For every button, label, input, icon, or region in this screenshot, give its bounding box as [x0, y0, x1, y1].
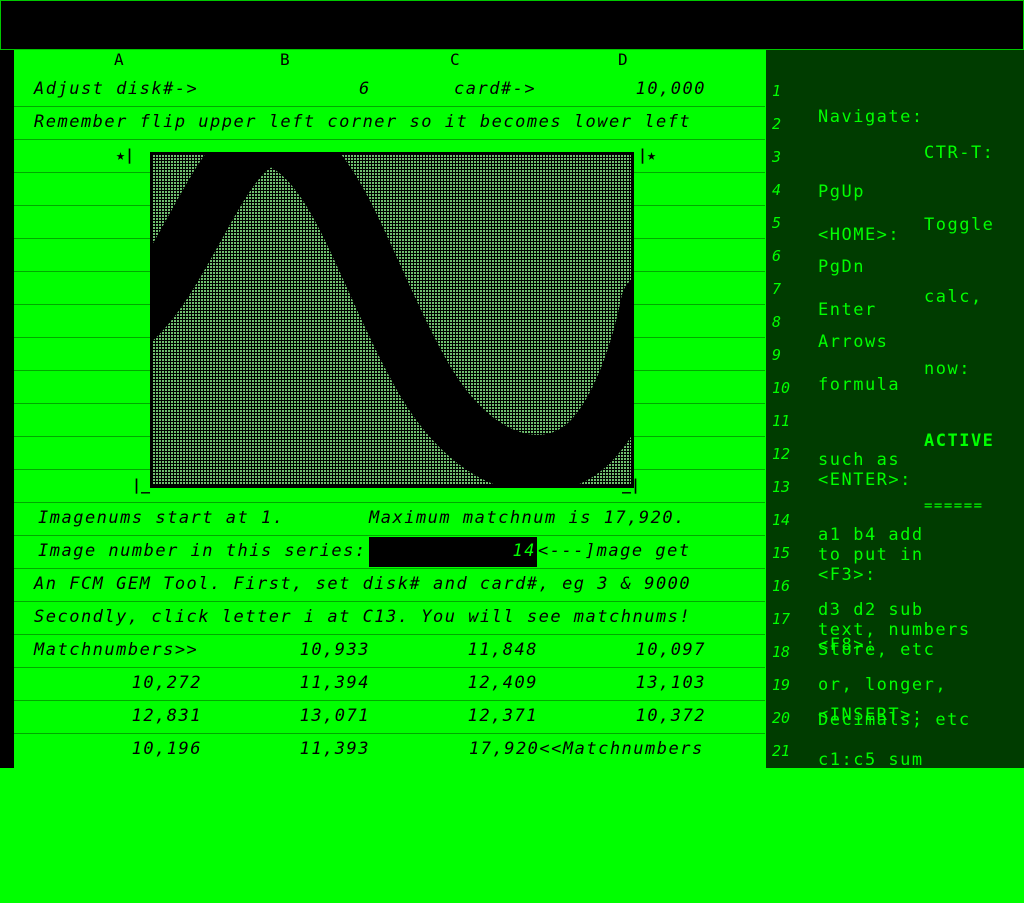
row-number[interactable]: 6	[772, 247, 781, 265]
row-number[interactable]: 18	[772, 643, 790, 661]
cell-a17[interactable]: Secondly, click letter i at C13. You wil…	[34, 607, 691, 627]
cell-b21[interactable]: 11,393	[264, 739, 370, 759]
cell-c18[interactable]: 11,848	[434, 640, 538, 660]
row-number[interactable]: 8	[772, 313, 781, 331]
image-number-value: 14	[512, 541, 536, 561]
row-number[interactable]: 2	[772, 115, 781, 133]
help-esc: <ESC>: exit	[818, 743, 947, 831]
row-number[interactable]: 10	[772, 379, 790, 397]
cell-b1[interactable]: 6	[359, 79, 371, 99]
cell-d19[interactable]: 13,103	[604, 673, 706, 693]
cell-a16[interactable]: An FCM GEM Tool. First, set disk# and ca…	[34, 574, 691, 594]
help-home-line1: Enter	[818, 300, 877, 320]
cell-c14[interactable]: Maximum matchnum is 17,920.	[369, 508, 686, 528]
row-number[interactable]: 7	[772, 280, 781, 298]
table-row: An FCM GEM Tool. First, set disk# and ca…	[14, 569, 765, 602]
cell-c20[interactable]: 12,371	[434, 706, 538, 726]
help-home-line2: formula	[818, 375, 901, 395]
cell-d15[interactable]: <---]mage get	[538, 541, 691, 561]
table-row: Remember flip upper left corner so it be…	[14, 107, 765, 140]
cell-b20[interactable]: 13,071	[264, 706, 370, 726]
cell-a20[interactable]: 12,831	[94, 706, 202, 726]
cell-a15[interactable]: Image number in this series:	[38, 541, 367, 561]
row-number[interactable]: 12	[772, 445, 790, 463]
help-enter-title: <ENTER>:	[818, 470, 912, 490]
corner-marker-top-left: ★|	[116, 146, 135, 164]
row-number[interactable]: 3	[772, 148, 781, 166]
column-header-b[interactable]: B	[280, 50, 291, 69]
row-number[interactable]: 9	[772, 346, 781, 364]
cell-b18[interactable]: 10,933	[264, 640, 370, 660]
cell-a2[interactable]: Remember flip upper left corner so it be…	[34, 112, 691, 132]
sine-wave-image	[150, 152, 634, 488]
cell-d18[interactable]: 10,097	[604, 640, 706, 660]
help-home-title: <HOME>:	[818, 225, 901, 245]
cell-b19[interactable]: 11,394	[264, 673, 370, 693]
row-number[interactable]: 20	[772, 709, 790, 727]
help-esc-line: <ESC>: exit	[818, 788, 948, 808]
help-navigate-title: Navigate:	[818, 107, 924, 127]
table-row: Adjust disk#-> 6 card#-> 10,000	[14, 74, 765, 107]
table-row: Matchnumbers>> 10,933 11,848 10,097	[14, 635, 765, 668]
cell-a18[interactable]: Matchnumbers>>	[34, 640, 198, 660]
row-number[interactable]: 14	[772, 511, 790, 529]
row-number[interactable]: 11	[772, 412, 790, 430]
row-number[interactable]: 13	[772, 478, 790, 496]
column-header-d[interactable]: D	[618, 50, 629, 69]
row-number[interactable]: 17	[772, 610, 790, 628]
corner-marker-top-right: |★	[638, 146, 657, 164]
cell-c19[interactable]: 12,409	[434, 673, 538, 693]
table-row: Imagenums start at 1. Maximum matchnum i…	[14, 503, 765, 536]
column-header-a[interactable]: A	[114, 50, 125, 69]
column-header-c[interactable]: C	[450, 50, 461, 69]
row-number[interactable]: 15	[772, 544, 790, 562]
title-bar	[0, 0, 1024, 50]
cell-d20[interactable]: 10,372	[604, 706, 706, 726]
table-row: 10,196 11,393 17,920<<Matchnumbers	[14, 734, 765, 767]
cell-c1[interactable]: card#->	[454, 79, 536, 99]
row-number[interactable]: 1	[772, 82, 781, 100]
cell-d1[interactable]: 10,000	[604, 79, 706, 99]
corner-marker-bottom-left: |_	[132, 476, 151, 494]
table-row: Secondly, click letter i at C13. You wil…	[14, 602, 765, 635]
table-row: 12,831 13,071 12,371 10,372	[14, 701, 765, 734]
table-row: Image number in this series: 14 <---]mag…	[14, 536, 765, 569]
cell-c21[interactable]: 17,920<<Matchnumbers	[469, 739, 704, 759]
cell-a14[interactable]: Imagenums start at 1.	[38, 508, 284, 528]
row-number[interactable]: 19	[772, 676, 790, 694]
row-number[interactable]: 5	[772, 214, 781, 232]
cell-a21[interactable]: 10,196	[94, 739, 202, 759]
table-row: 10,272 11,394 12,409 13,103	[14, 668, 765, 701]
cell-a19[interactable]: 10,272	[94, 673, 202, 693]
cell-a1[interactable]: Adjust disk#->	[34, 79, 198, 99]
help-toggle-title: CTR-T:	[924, 143, 995, 163]
image-preview	[150, 152, 634, 488]
row-number[interactable]: 16	[772, 577, 790, 595]
left-edge	[0, 50, 14, 768]
help-insert-title: <INSERT>:	[818, 705, 924, 725]
help-insert-line2: add/rm rows	[818, 855, 948, 875]
row-number[interactable]: 4	[772, 181, 781, 199]
row-number[interactable]: 21	[772, 742, 790, 760]
